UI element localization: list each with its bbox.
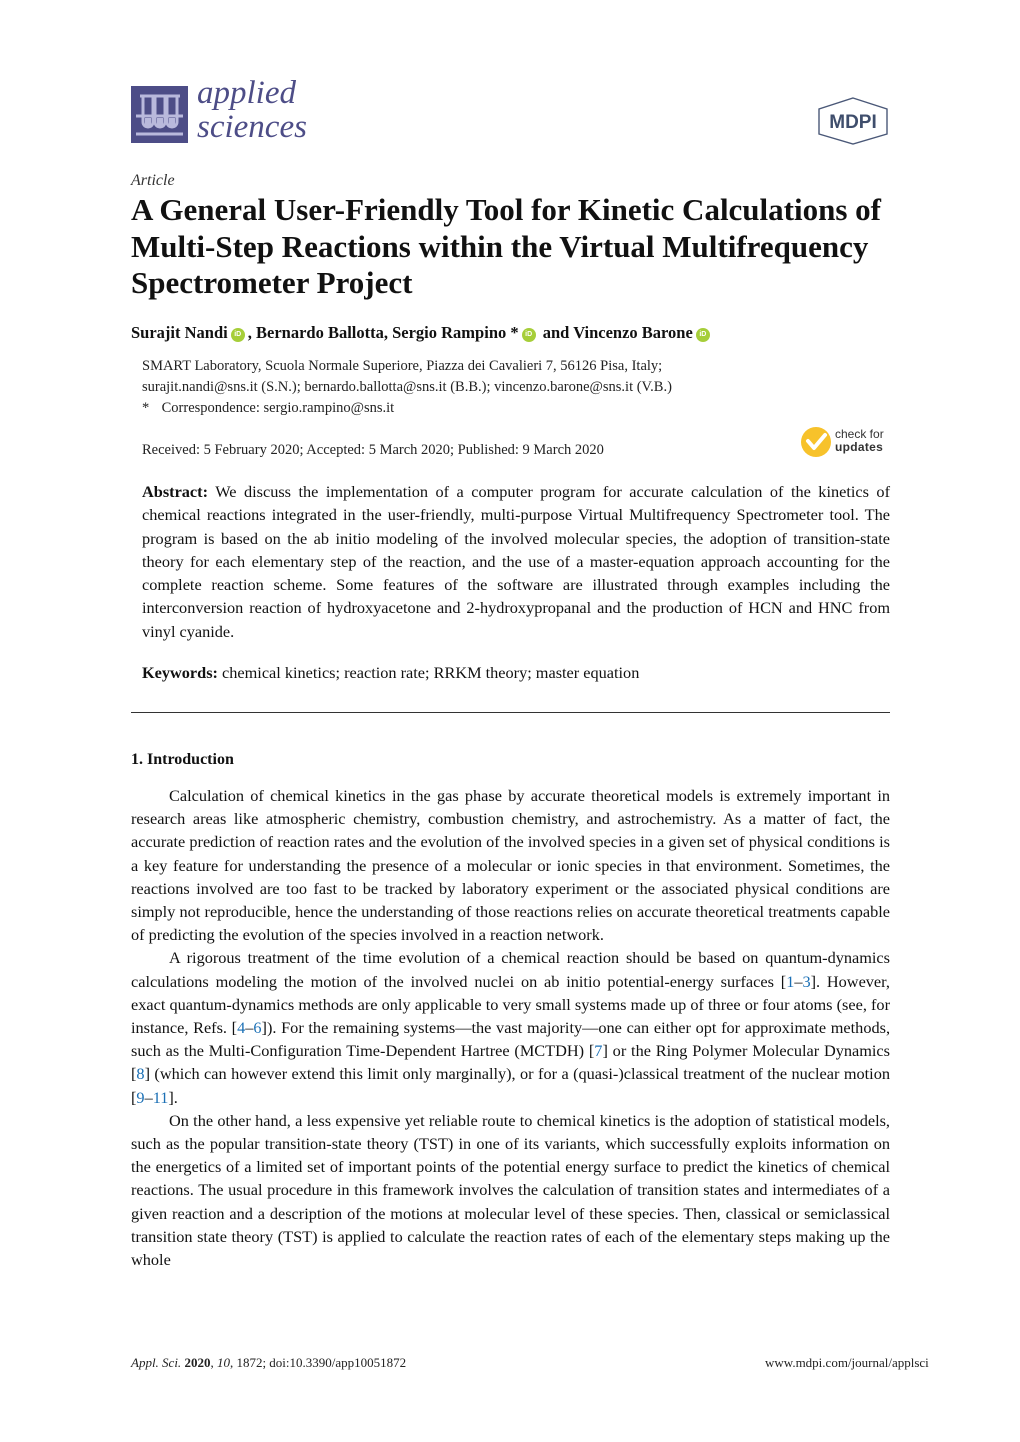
- citation-footer: Appl. Sci. 2020, 10, 1872; doi:10.3390/a…: [131, 1355, 407, 1370]
- paragraph: On the other hand, a less expensive yet …: [131, 1109, 890, 1271]
- author-separator: ,: [247, 323, 256, 342]
- text-run: A rigorous treatment of the time evoluti…: [131, 948, 890, 991]
- paper-title: A General User-Friendly Tool for Kinetic…: [131, 192, 881, 300]
- paragraph: Calculation of chemical kinetics in the …: [131, 784, 890, 946]
- section-heading: 1. Introduction: [131, 751, 234, 768]
- keywords: Keywords: chemical kinetics; reaction ra…: [142, 663, 639, 683]
- journal-name-line2: sciences: [197, 109, 307, 145]
- abstract-label: Abstract:: [142, 482, 209, 501]
- check-for-updates-badge[interactable]: check for updates: [801, 425, 896, 461]
- reference-link[interactable]: 8: [136, 1064, 144, 1083]
- text-run: ] (which can however extend this limit o…: [131, 1064, 890, 1107]
- text-run: –: [144, 1087, 153, 1107]
- author-name: Sergio Rampino: [392, 323, 507, 342]
- journal-abbrev: Appl. Sci.: [131, 1355, 182, 1370]
- mdpi-logo: MDPI: [815, 96, 891, 146]
- article-type: Article: [131, 172, 175, 189]
- updates-label: updates: [835, 440, 884, 454]
- abstract-text: We discuss the implementation of a compu…: [142, 482, 890, 641]
- journal-url[interactable]: www.mdpi.com/journal/applsci: [765, 1355, 929, 1371]
- reference-link[interactable]: 9: [136, 1088, 144, 1107]
- author-name: Vincenzo Barone: [573, 323, 693, 342]
- text-run: On the other hand, a less expensive yet …: [131, 1110, 890, 1270]
- citation-volume: 10: [216, 1355, 230, 1370]
- text-run: ].: [168, 1087, 178, 1107]
- author-separator: ,: [383, 323, 393, 342]
- author-name: Bernardo Ballotta: [255, 323, 384, 342]
- affiliation: SMART Laboratory, Scuola Normale Superio…: [142, 358, 663, 374]
- mdpi-wordmark: MDPI: [829, 112, 877, 133]
- reference-link[interactable]: 6: [253, 1018, 261, 1037]
- affiliation-block: SMART Laboratory, Scuola Normale Superio…: [142, 356, 672, 419]
- correspondence: * Correspondence: sergio.rampino@sns.it: [142, 398, 672, 419]
- journal-name-line1: applied: [197, 75, 296, 111]
- journal-logo: [131, 86, 188, 143]
- abstract: Abstract: We discuss the implementation …: [142, 480, 890, 643]
- checkmark-icon: [801, 427, 831, 457]
- section-body: Calculation of chemical kinetics in the …: [131, 784, 890, 1271]
- orcid-icon[interactable]: iD: [230, 328, 245, 342]
- divider: [131, 712, 890, 713]
- keywords-label: Keywords:: [142, 663, 218, 682]
- publication-dates: Received: 5 February 2020; Accepted: 5 M…: [142, 442, 604, 458]
- corresponding-mark: *: [142, 400, 150, 416]
- reference-link[interactable]: 11: [153, 1088, 169, 1107]
- author-name: Surajit Nandi: [131, 323, 228, 342]
- author-list: Surajit Nandi iD, Bernardo Ballotta, Serg…: [131, 323, 713, 343]
- test-tubes-icon: [136, 94, 183, 136]
- paragraph: A rigorous treatment of the time evoluti…: [131, 946, 890, 1108]
- journal-name: applied sciences: [197, 76, 307, 144]
- author-emails: surajit.nandi@sns.it (S.N.); bernardo.ba…: [142, 379, 672, 395]
- orcid-icon[interactable]: iD: [695, 328, 710, 342]
- reference-link[interactable]: 3: [802, 972, 810, 991]
- orcid-icon[interactable]: iD: [521, 328, 536, 342]
- author-separator: and: [538, 323, 574, 342]
- citation-doi: , 1872; doi:10.3390/app10051872: [229, 1355, 407, 1370]
- text-run: Calculation of chemical kinetics in the …: [131, 786, 890, 945]
- keywords-text: chemical kinetics; reaction rate; RRKM t…: [222, 663, 640, 682]
- correspondence-text: Correspondence: sergio.rampino@sns.it: [161, 400, 395, 416]
- corresponding-author-mark: *: [506, 323, 519, 342]
- citation-year: 2020: [184, 1355, 211, 1370]
